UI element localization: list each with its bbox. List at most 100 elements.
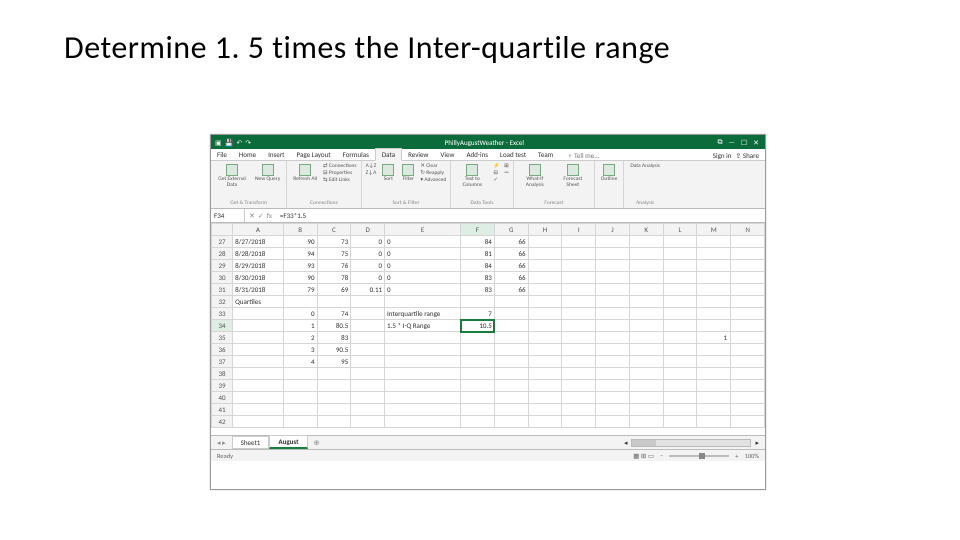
cell-D35[interactable] — [351, 332, 385, 344]
cell-A36[interactable] — [233, 344, 284, 356]
zoom-out-icon[interactable]: − — [660, 452, 663, 460]
cell-N34[interactable] — [731, 320, 765, 332]
cell-H38[interactable] — [528, 368, 562, 380]
cell-A31[interactable]: 8/31/2018 — [233, 284, 284, 296]
zoom-level[interactable]: 100% — [744, 452, 759, 460]
cell-C30[interactable]: 78 — [317, 272, 351, 284]
cell-A27[interactable]: 8/27/2018 — [233, 236, 284, 248]
cell-F41[interactable] — [461, 404, 495, 416]
row-header-38[interactable]: 38 — [212, 368, 233, 380]
cell-F37[interactable] — [461, 356, 495, 368]
cell-N42[interactable] — [731, 416, 765, 428]
cell-G37[interactable] — [494, 356, 528, 368]
cell-L28[interactable] — [663, 248, 697, 260]
text-to-columns-button[interactable]: Text to Columns — [455, 163, 489, 189]
cell-E37[interactable] — [385, 356, 461, 368]
tab-insert[interactable]: Insert — [262, 149, 290, 160]
cell-H31[interactable] — [528, 284, 562, 296]
qat-undo-icon[interactable]: ↶ — [236, 138, 242, 147]
cell-B41[interactable] — [283, 404, 317, 416]
cell-K40[interactable] — [629, 392, 663, 404]
cell-B34[interactable]: 1 — [283, 320, 317, 332]
col-header-I[interactable]: I — [562, 224, 596, 236]
cell-K41[interactable] — [629, 404, 663, 416]
cell-I38[interactable] — [562, 368, 596, 380]
cell-K34[interactable] — [629, 320, 663, 332]
cell-M28[interactable] — [697, 248, 731, 260]
cell-L40[interactable] — [663, 392, 697, 404]
properties-link[interactable]: ⊟ Properties — [323, 170, 357, 176]
cell-L33[interactable] — [663, 308, 697, 320]
clear-filter-link[interactable]: ✕ Clear — [420, 163, 446, 169]
cell-H34[interactable] — [528, 320, 562, 332]
cell-M32[interactable] — [697, 296, 731, 308]
cell-D27[interactable]: 0 — [351, 236, 385, 248]
cell-E28[interactable]: 0 — [385, 248, 461, 260]
tab-addins[interactable]: Add-ins — [460, 149, 494, 160]
cell-I42[interactable] — [562, 416, 596, 428]
tab-loadtest[interactable]: Load test — [494, 149, 532, 160]
refresh-all-button[interactable]: Refresh All — [291, 163, 319, 184]
row-header-31[interactable]: 31 — [212, 284, 233, 296]
cell-L37[interactable] — [663, 356, 697, 368]
row-header-40[interactable]: 40 — [212, 392, 233, 404]
col-header-H[interactable]: H — [528, 224, 562, 236]
cell-C28[interactable]: 75 — [317, 248, 351, 260]
col-header-D[interactable]: D — [351, 224, 385, 236]
cell-N28[interactable] — [731, 248, 765, 260]
forecast-sheet-button[interactable]: Forecast Sheet — [556, 163, 590, 189]
cell-N37[interactable] — [731, 356, 765, 368]
cell-B31[interactable]: 79 — [283, 284, 317, 296]
cell-C40[interactable] — [317, 392, 351, 404]
cell-B28[interactable]: 94 — [283, 248, 317, 260]
cell-I34[interactable] — [562, 320, 596, 332]
cell-I39[interactable] — [562, 380, 596, 392]
cell-I27[interactable] — [562, 236, 596, 248]
col-header-E[interactable]: E — [385, 224, 461, 236]
cell-G41[interactable] — [494, 404, 528, 416]
cell-G40[interactable] — [494, 392, 528, 404]
relationships-icon[interactable]: ∾ — [504, 170, 509, 176]
cell-A42[interactable] — [233, 416, 284, 428]
cell-B30[interactable]: 90 — [283, 272, 317, 284]
cell-B42[interactable] — [283, 416, 317, 428]
zoom-in-icon[interactable]: + — [735, 452, 738, 460]
cell-F42[interactable] — [461, 416, 495, 428]
cell-G35[interactable] — [494, 332, 528, 344]
cell-G31[interactable]: 66 — [494, 284, 528, 296]
cell-I31[interactable] — [562, 284, 596, 296]
cell-D36[interactable] — [351, 344, 385, 356]
tab-view[interactable]: View — [434, 149, 460, 160]
cell-D34[interactable] — [351, 320, 385, 332]
cell-G34[interactable] — [494, 320, 528, 332]
cell-E41[interactable] — [385, 404, 461, 416]
cell-D33[interactable] — [351, 308, 385, 320]
zoom-slider[interactable] — [669, 455, 729, 457]
advanced-link[interactable]: ▾ Advanced — [420, 177, 446, 183]
cell-H35[interactable] — [528, 332, 562, 344]
cell-K27[interactable] — [629, 236, 663, 248]
row-header-33[interactable]: 33 — [212, 308, 233, 320]
cell-M40[interactable] — [697, 392, 731, 404]
cell-D37[interactable] — [351, 356, 385, 368]
cell-H42[interactable] — [528, 416, 562, 428]
cell-H27[interactable] — [528, 236, 562, 248]
cell-K39[interactable] — [629, 380, 663, 392]
row-header-42[interactable]: 42 — [212, 416, 233, 428]
cell-I29[interactable] — [562, 260, 596, 272]
cell-F40[interactable] — [461, 392, 495, 404]
cell-J30[interactable] — [596, 272, 630, 284]
cell-N35[interactable] — [731, 332, 765, 344]
cell-F32[interactable] — [461, 296, 495, 308]
row-header-34[interactable]: 34 — [212, 320, 233, 332]
filter-button[interactable]: Filter — [400, 163, 416, 184]
cell-I35[interactable] — [562, 332, 596, 344]
sheet-nav[interactable]: ◂ ▸ — [211, 438, 232, 447]
cell-J31[interactable] — [596, 284, 630, 296]
cell-A41[interactable] — [233, 404, 284, 416]
cell-A40[interactable] — [233, 392, 284, 404]
cell-F29[interactable]: 84 — [461, 260, 495, 272]
cell-N36[interactable] — [731, 344, 765, 356]
cell-C29[interactable]: 76 — [317, 260, 351, 272]
close-icon[interactable]: ✕ — [753, 138, 759, 147]
